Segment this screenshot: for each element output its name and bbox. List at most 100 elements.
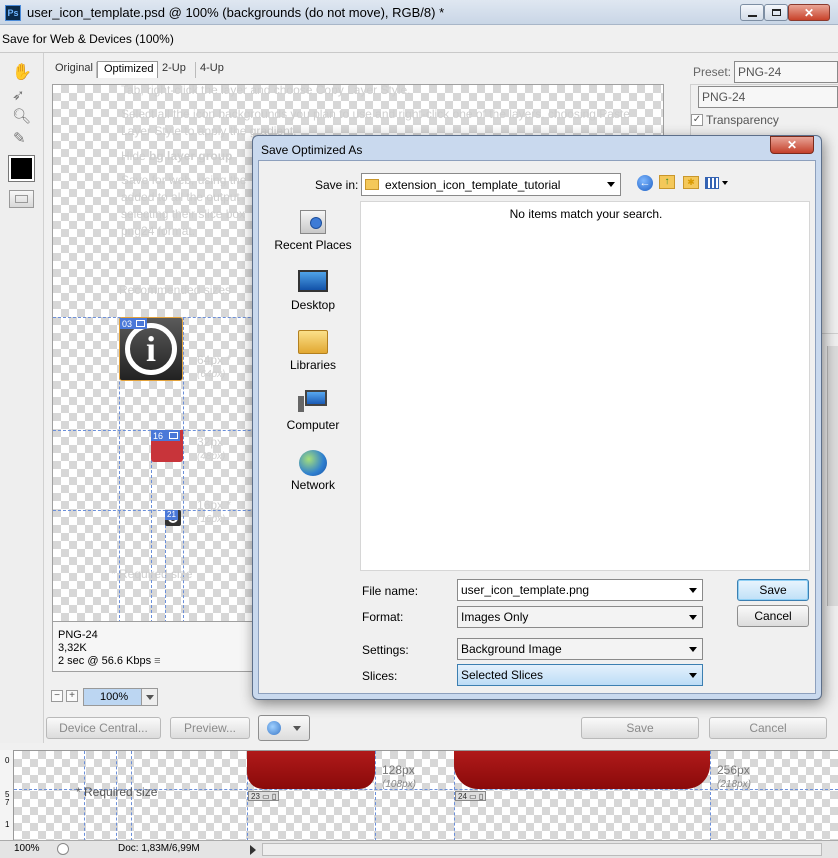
size-label-16: 16px * (197, 498, 232, 512)
size-sub-256: (218px) (717, 779, 751, 790)
slice-badge-16: 16 (151, 430, 181, 441)
slice-guide (375, 751, 376, 840)
red-icon-256px (454, 751, 710, 789)
slice-number: 23 (251, 792, 260, 801)
size-sub-16: (16px) (197, 514, 226, 525)
empty-message: No items match your search. (509, 207, 663, 221)
settings-label: Settings: (362, 643, 409, 657)
folder-icon (365, 179, 379, 190)
tab-original[interactable]: Original (50, 62, 97, 78)
canvas-text-line4a: Hide (121, 149, 150, 163)
zoom-level-field[interactable]: 100% (83, 688, 158, 706)
maximize-icon (772, 9, 781, 16)
size-label-64: 64px * (197, 353, 232, 367)
preset-select[interactable]: PNG-24 (734, 61, 838, 83)
slice-number: 03 (122, 318, 133, 329)
new-folder-icon[interactable]: ✱ (683, 176, 699, 189)
preview-button[interactable]: Preview... (170, 717, 250, 739)
slice-select-tool-icon[interactable]: ➶ (12, 86, 25, 104)
hand-tool-icon[interactable]: ✋ (12, 62, 32, 82)
menu-lines-icon[interactable]: ≡ (154, 655, 160, 667)
save-in-label: Save in: (315, 178, 359, 192)
document-canvas[interactable]: 128px (108px) 256px (218px) 23 ▭ ▯ 24 ▭ … (14, 750, 838, 840)
place-label: Network (290, 478, 335, 492)
transparency-label: Transparency (706, 113, 779, 127)
save-in-select[interactable]: extension_icon_template_tutorial (361, 173, 621, 196)
place-desktop[interactable]: Desktop (268, 267, 358, 319)
size-label-128: 128px (382, 763, 415, 777)
status-info-icon[interactable] (57, 843, 69, 855)
place-network[interactable]: Network (268, 447, 358, 499)
zoom-in-button[interactable]: + (66, 690, 78, 702)
size-sub-128: (108px) (382, 779, 416, 790)
dialog-body: Save in: extension_icon_template_tutoria… (258, 160, 816, 694)
transparency-checkbox[interactable]: ✓ (691, 114, 703, 126)
up-folder-icon[interactable]: ↑ (659, 175, 675, 189)
computer-icon (298, 390, 328, 412)
file-name-field[interactable]: user_icon_template.png (457, 579, 703, 601)
browser-preview-button[interactable] (258, 715, 310, 741)
size-sub-32: (48px) (197, 451, 226, 462)
slice-number: 16 (153, 430, 164, 441)
dialog-save-button[interactable]: Save (737, 579, 809, 601)
ruler-label: 7 (5, 798, 10, 807)
recommended-sizes-label: Recommended sizes (119, 283, 232, 297)
browser-globe-icon (267, 721, 281, 735)
canvas-text-line8: png24 format. (121, 224, 196, 238)
required-size-note: * Required size (111, 567, 193, 581)
app-titlebar: Ps user_icon_template.psd @ 100% (backgr… (0, 0, 838, 25)
place-recent-places[interactable]: Recent Places (268, 207, 358, 259)
format-label: Format: (362, 610, 404, 624)
place-libraries[interactable]: Libraries (268, 327, 358, 379)
status-arrow-icon[interactable] (250, 845, 256, 855)
eyedropper-color-swatch[interactable] (8, 155, 35, 182)
status-zoom[interactable]: 100% (14, 843, 40, 854)
document-title: user_icon_template.psd @ 100% (backgroun… (27, 5, 445, 20)
device-central-button[interactable]: Device Central... (46, 717, 161, 739)
zoom-tool-icon[interactable]: 🔍︎ (12, 107, 31, 125)
format-select[interactable]: Images Only (457, 606, 703, 628)
photoshop-app-icon: Ps (5, 5, 21, 21)
panel-scroll[interactable] (827, 346, 838, 606)
slice-guide (710, 751, 711, 840)
size-label-256: 256px (717, 763, 750, 777)
file-format-select[interactable]: PNG-24 (698, 86, 838, 108)
slice-badge-21: 21 (165, 510, 178, 520)
horizontal-scrollbar[interactable] (262, 843, 822, 856)
file-list[interactable]: No items match your search. (360, 201, 810, 571)
tab-4up[interactable]: 4-Up (200, 62, 234, 78)
slice-guide (165, 510, 166, 621)
settings-select[interactable]: Background Image (457, 638, 703, 660)
zoom-out-button[interactable]: − (51, 690, 63, 702)
tab-optimized[interactable]: Optimized (97, 61, 158, 78)
ruler-label: 1 (5, 820, 10, 829)
dialog-close-button[interactable]: ✕ (770, 136, 814, 154)
maximize-button[interactable] (764, 4, 788, 21)
minimize-button[interactable] (740, 4, 764, 21)
back-icon[interactable]: ← (637, 175, 653, 191)
dialog-cancel-button[interactable]: Cancel (737, 605, 809, 627)
slice-number: 21 (167, 510, 176, 519)
toggle-slices-icon[interactable] (9, 190, 34, 208)
sfw-title: Save for Web & Devices (100%) (2, 32, 174, 46)
divider (0, 52, 838, 53)
canvas-text-line2: Select all the icon backgrounds you plan… (121, 107, 630, 121)
tab-2up[interactable]: 2-Up (162, 62, 196, 78)
slice-image-icon (169, 432, 179, 439)
close-icon: ✕ (786, 138, 798, 152)
required-size-note-bottom: * Required size (76, 785, 158, 799)
place-label: Libraries (289, 358, 337, 372)
close-window-button[interactable]: ✕ (788, 4, 830, 21)
places-bar: Recent Places Desktop Libraries Computer… (268, 202, 358, 532)
eyedropper-tool-icon[interactable]: ✎ (13, 129, 26, 147)
view-menu-icon[interactable] (705, 175, 731, 191)
red-icon-128px (247, 751, 375, 789)
canvas-text-line5: Save for web, using the (121, 173, 247, 187)
canvas-text-line1: Tab, right-click the layer and choose Co… (121, 84, 411, 97)
slices-select[interactable]: Selected Slices (457, 664, 703, 686)
slice-badge-24: 24 ▭ ▯ (455, 791, 487, 801)
place-computer[interactable]: Computer (268, 387, 358, 439)
dialog-title: Save Optimized As (261, 143, 363, 157)
chevron-down-icon (141, 689, 157, 705)
libraries-icon (298, 330, 328, 354)
